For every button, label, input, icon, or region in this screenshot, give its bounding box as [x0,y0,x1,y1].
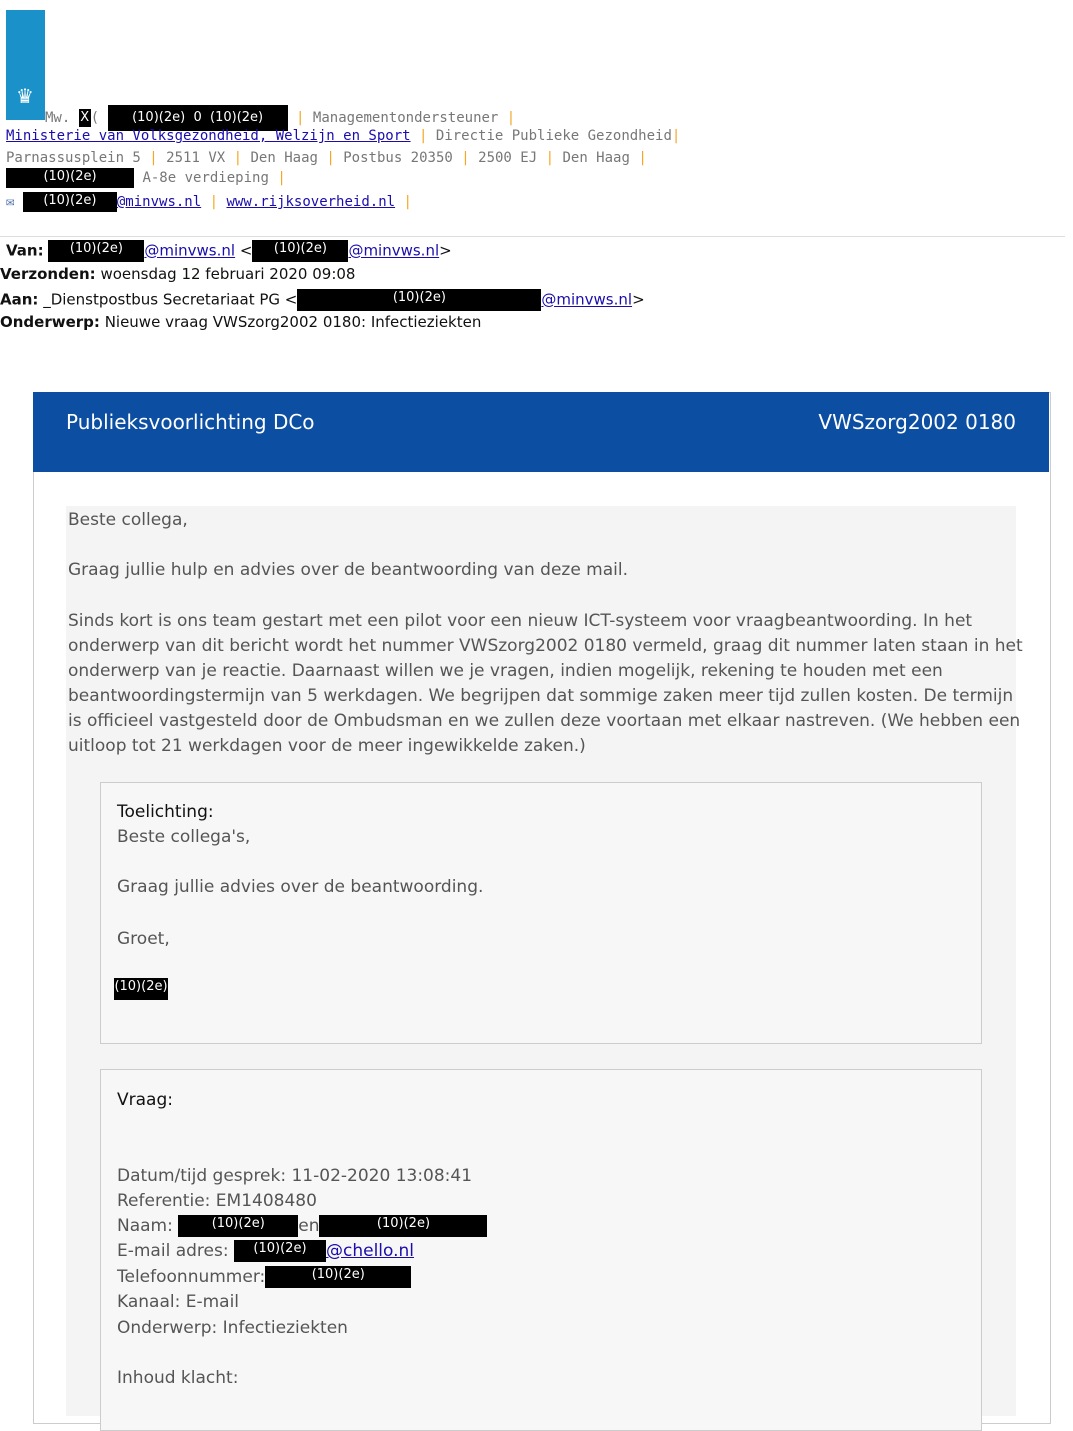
naam-conjunction: en [298,1216,320,1236]
paragraph-line: onderwerp van dit bericht wordt het numm… [68,636,1023,656]
message-banner: Publieksvoorlichting DCo VWSzorg2002 018… [33,392,1049,472]
directorate: Directie Publieke Gezondheid [435,128,672,144]
redaction: (10)(2e) [178,1215,299,1237]
paren: ( [90,110,100,126]
from-label: Van: [6,241,44,260]
redaction: X [78,109,91,127]
toelichting-box [100,782,982,1044]
address-part: Den Haag [562,150,630,166]
banner-title: Publieksvoorlichting DCo [66,410,315,434]
naam-label: Naam: [117,1216,173,1236]
sent-value: woensdag 12 februari 2020 09:08 [100,265,356,283]
to-label: Aan: [0,290,39,309]
redaction: (10)(2e) [252,240,349,262]
crest-icon: ♛ [16,84,34,108]
referentie-line: Referentie: EM1408480 [117,1191,317,1211]
greeting: Beste collega, [68,510,188,530]
floor: A-8e verdieping [142,170,269,186]
name-prefix: Mw. [45,110,71,126]
redaction-text: 0 [193,110,202,125]
from-email-link-2[interactable]: @minvws.nl [348,242,439,260]
toelichting-heading: Toelichting: [117,802,214,822]
bracket: > [439,241,452,260]
redaction: (10)(2e) [6,168,134,188]
signature-ministry-line: Ministerie van Volksgezondheid, Welzijn … [6,128,681,144]
redaction: (10)(2e) [22,192,117,212]
kanaal-line: Kanaal: E-mail [117,1292,240,1312]
ministry-link[interactable]: Ministerie van Volksgezondheid, Welzijn … [6,128,411,144]
pilot-paragraph: Sinds kort is ons team gestart met een p… [68,609,1023,759]
bracket: > [632,290,645,309]
from-email-link[interactable]: @minvws.nl [144,242,235,260]
address-part: 2511 VX [166,150,226,166]
signature-email-line: ✉ (10)(2e) @minvws.nl | www.rijksoverheid… [6,192,412,212]
toelichting-line: Groet, [117,929,170,949]
sender-email-link[interactable]: @chello.nl [326,1241,414,1261]
address-part: Den Haag [250,150,318,166]
naam-line: Naam: (10)(2e) en (10)(2e) [117,1215,488,1237]
signature-address-line: Parnassusplein 5 | 2511 VX | Den Haag | … [6,150,647,166]
paragraph-line: Sinds kort is ons team gestart met een p… [68,611,973,631]
email-link[interactable]: @minvws.nl [117,194,201,210]
paragraph-line: onderwerp van je reactie. Daarnaast will… [68,661,943,681]
vraag-heading: Vraag: [117,1090,173,1110]
redaction: (10)(2e) [48,240,145,262]
from-line: Van: (10)(2e) @minvws.nl < (10)(2e) @minvws… [6,240,452,262]
paragraph-line: is officieel vastgesteld door de Ombudsm… [68,711,1021,731]
to-line: Aan: _Dienstpostbus Secretariaat PG < (10… [0,289,645,311]
to-email-link[interactable]: @minvws.nl [541,291,632,309]
telefoon-label: Telefoonnummer: [117,1267,266,1287]
paragraph-line: beantwoordingstermijn van 5 werkdagen. W… [68,686,1014,706]
datum-line: Datum/tijd gesprek: 11-02-2020 13:08:41 [117,1166,473,1186]
redaction-text: (10)(2e) [132,110,186,125]
toelichting-line: Graag jullie advies over de beantwoordin… [117,877,484,897]
onderwerp-line: Onderwerp: Infectieziekten [117,1318,348,1338]
redaction: (10)(2e) [265,1266,412,1288]
role: Managementondersteuner [312,110,499,126]
intro-line: Graag jullie hulp en advies over de bean… [68,560,629,580]
redaction-text: (10)(2e) [210,110,264,125]
sent-label: Verzonden: [0,265,96,283]
email-line: E-mail adres: (10)(2e) @chello.nl [117,1240,414,1262]
subject-value: Nieuwe vraag VWSzorg2002 0180: Infectiez… [104,313,482,331]
sent-line: Verzonden: woensdag 12 februari 2020 09:… [0,265,355,283]
redaction: (10)(2e) [233,1240,326,1262]
address-part: 2500 EJ [478,150,538,166]
divider [0,236,1065,237]
redaction: (10)(2e) [297,289,542,311]
redaction: (10)(2e) [319,1215,488,1237]
subject-label: Onderwerp: [0,313,100,331]
toelichting-line: Beste collega's, [117,827,251,847]
subject-line: Onderwerp: Nieuwe vraag VWSzorg2002 0180… [0,313,481,331]
inhoud-line: Inhoud klacht: [117,1368,239,1388]
address-part: Postbus 20350 [343,150,453,166]
website-link[interactable]: www.rijksoverheid.nl [226,194,395,210]
to-value: _Dienstpostbus Secretariaat PG < [43,290,298,309]
envelope-icon: ✉ [6,194,15,210]
banner-reference: VWSzorg2002 0180 [818,410,1016,434]
telefoon-line: Telefoonnummer: (10)(2e) [117,1266,412,1288]
paragraph-line: uitloop tot 21 werkdagen voor de meer in… [68,736,586,756]
bracket: < [239,241,253,260]
redaction: (10)(2e) [114,978,168,1000]
address-part: Parnassusplein 5 [6,150,141,166]
signature-room-line: (10)(2e) A-8e verdieping | [6,168,286,188]
email-label: E-mail adres: [117,1241,229,1261]
